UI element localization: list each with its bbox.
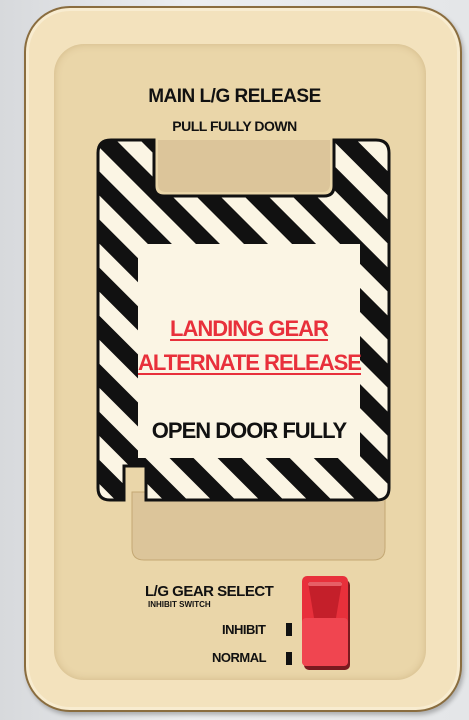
open-door-fully-instruction: OPEN DOOR FULLY: [151, 418, 347, 443]
inhibit-position-label: INHIBIT: [222, 622, 266, 637]
gear-select-inhibit-toggle-switch[interactable]: [300, 574, 354, 674]
door-top-notch: [158, 140, 330, 192]
inhibit-position-marker: [286, 623, 292, 636]
alternate-release-warning-text: ALTERNATE RELEASE: [138, 350, 362, 375]
normal-position-marker: [286, 652, 292, 665]
gear-select-switch-title: L/G GEAR SELECT: [145, 583, 274, 600]
normal-position-label: NORMAL: [212, 650, 267, 665]
landing-gear-warning-text: LANDING GEAR: [170, 316, 329, 341]
door-handle-recess: [131, 491, 386, 561]
inhibit-switch-subtitle: INHIBIT SWITCH: [148, 600, 211, 609]
